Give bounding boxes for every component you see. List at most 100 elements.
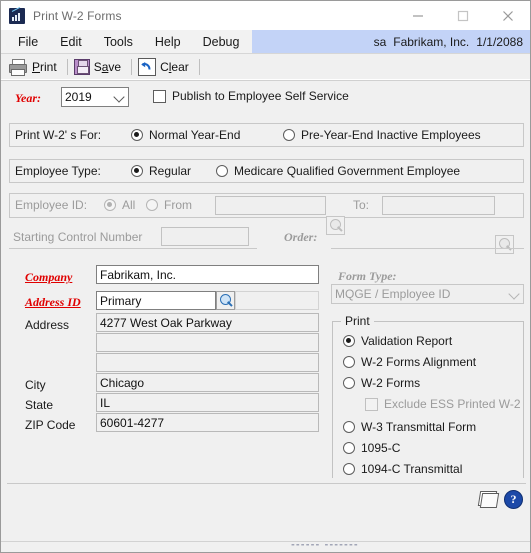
window-controls bbox=[395, 1, 530, 30]
starting-control-number-input[interactable] bbox=[161, 227, 249, 246]
printer-icon bbox=[8, 59, 28, 76]
address-id-lookup-icon[interactable] bbox=[216, 291, 235, 310]
radio-mqge-label: Medicare Qualified Government Employee bbox=[234, 164, 461, 178]
address-id-input[interactable]: Primary bbox=[96, 291, 216, 310]
radio-w2-forms-label: W-2 Forms bbox=[361, 376, 421, 390]
print-option-w2-alignment[interactable]: W-2 Forms Alignment bbox=[343, 355, 476, 369]
employee-id-to-lookup-icon[interactable] bbox=[495, 235, 514, 254]
order-label: Order: bbox=[284, 230, 318, 244]
radio-normal-year-end[interactable] bbox=[131, 129, 143, 141]
employee-id-to-label: To: bbox=[353, 198, 370, 212]
address-line1-input[interactable]: 4277 West Oak Parkway bbox=[96, 313, 319, 332]
radio-1094-c-transmittal-label: 1094-C Transmittal bbox=[361, 462, 463, 476]
publish-ess-checkbox-row[interactable]: Publish to Employee Self Service bbox=[153, 89, 349, 103]
title-bar: Print W-2 Forms bbox=[1, 1, 530, 30]
print-option-validation-report[interactable]: Validation Report bbox=[343, 334, 452, 348]
radio-1095-c[interactable] bbox=[343, 442, 355, 454]
radio-normal-year-end-label: Normal Year-End bbox=[149, 128, 241, 142]
close-icon[interactable] bbox=[485, 1, 530, 30]
publish-ess-checkbox[interactable] bbox=[153, 89, 166, 103]
year-label: Year: bbox=[15, 91, 41, 105]
address-line2-input[interactable] bbox=[96, 333, 319, 352]
print-option-w2-forms[interactable]: W-2 Forms bbox=[343, 376, 420, 390]
company-label: Company bbox=[25, 270, 73, 284]
gp-chart-icon bbox=[9, 6, 25, 24]
address-id-filler bbox=[235, 291, 319, 310]
menu-bar: File Edit Tools Help Debug sa Fabrikam, … bbox=[1, 30, 530, 54]
menu-help[interactable]: Help bbox=[144, 31, 192, 53]
state-label: State bbox=[25, 398, 54, 412]
publish-ess-label: Publish to Employee Self Service bbox=[172, 89, 349, 103]
radio-employee-id-all-label: All bbox=[122, 198, 136, 212]
radio-1094-c-transmittal[interactable] bbox=[343, 463, 355, 475]
employee-type-option-mqge[interactable]: Medicare Qualified Government Employee bbox=[216, 164, 460, 178]
city-label: City bbox=[25, 378, 46, 392]
year-value: 2019 bbox=[65, 90, 92, 104]
exclude-ess-label: Exclude ESS Printed W-2 bbox=[384, 397, 521, 411]
address-id-label: Address ID bbox=[25, 295, 81, 309]
employee-id-from-input[interactable] bbox=[215, 196, 326, 215]
zip-input[interactable]: 60601-4277 bbox=[96, 413, 319, 432]
address-id-row: Address ID Primary bbox=[11, 289, 319, 315]
footer-bar: ? bbox=[1, 478, 530, 544]
radio-regular[interactable] bbox=[131, 165, 143, 177]
address-label: Address bbox=[25, 318, 70, 332]
toolbar-separator-3 bbox=[198, 59, 200, 75]
radio-employee-id-all[interactable] bbox=[104, 199, 116, 211]
radio-employee-id-from[interactable] bbox=[146, 199, 158, 211]
radio-employee-id-from-label: From bbox=[164, 198, 192, 212]
print-for-option-normal[interactable]: Normal Year-End bbox=[131, 128, 240, 142]
employee-type-option-regular[interactable]: Regular bbox=[131, 164, 191, 178]
year-dropdown[interactable]: 2019 bbox=[61, 87, 129, 107]
chevron-down-icon bbox=[113, 91, 125, 103]
clear-button[interactable]: Clear bbox=[136, 56, 195, 78]
menu-file[interactable]: File bbox=[7, 31, 49, 53]
print-for-label: Print W-2' s For: bbox=[15, 128, 102, 142]
floppy-disk-icon bbox=[73, 59, 90, 75]
exclude-ess-row[interactable]: Exclude ESS Printed W-2 bbox=[365, 397, 521, 411]
employee-type-label: Employee Type: bbox=[15, 164, 101, 178]
print-for-option-preyearend[interactable]: Pre-Year-End Inactive Employees bbox=[283, 128, 481, 142]
menu-edit[interactable]: Edit bbox=[49, 31, 93, 53]
radio-w3-transmittal-form[interactable] bbox=[343, 421, 355, 433]
radio-regular-label: Regular bbox=[149, 164, 192, 178]
toolbar-separator-2 bbox=[131, 59, 133, 75]
menu-debug[interactable]: Debug bbox=[192, 31, 251, 53]
print-group-title: Print bbox=[341, 314, 374, 328]
print-option-1094c[interactable]: 1094-C Transmittal bbox=[343, 462, 462, 476]
company-input[interactable]: Fabrikam, Inc. bbox=[96, 265, 319, 284]
radio-w2-forms-alignment[interactable] bbox=[343, 356, 355, 368]
status-band: sa Fabrikam, Inc. 1/1/2088 bbox=[252, 30, 530, 53]
employee-id-to-input[interactable] bbox=[382, 196, 495, 215]
employee-id-from-lookup-icon[interactable] bbox=[326, 216, 345, 235]
radio-pre-year-end-inactive-label: Pre-Year-End Inactive Employees bbox=[301, 128, 481, 142]
toolbar-separator-1 bbox=[66, 59, 68, 75]
clear-button-label: Clear bbox=[160, 60, 189, 74]
print-option-w3-transmittal[interactable]: W-3 Transmittal Form bbox=[343, 420, 476, 434]
radio-pre-year-end-inactive[interactable] bbox=[283, 129, 295, 141]
form-type-label: Form Type: bbox=[338, 269, 397, 283]
minimize-icon[interactable] bbox=[395, 1, 440, 30]
radio-mqge[interactable] bbox=[216, 165, 228, 177]
exclude-ess-checkbox[interactable] bbox=[365, 397, 378, 411]
save-button-label: Save bbox=[93, 60, 122, 74]
help-icon[interactable]: ? bbox=[504, 490, 523, 509]
radio-validation-report[interactable] bbox=[343, 335, 355, 347]
maximize-icon[interactable] bbox=[440, 1, 485, 30]
state-input[interactable]: IL bbox=[96, 393, 319, 412]
radio-1095-c-label: 1095-C bbox=[361, 441, 401, 455]
employee-id-option-all[interactable]: All bbox=[104, 198, 135, 212]
menu-tools[interactable]: Tools bbox=[93, 31, 144, 53]
radio-w2-forms[interactable] bbox=[343, 377, 355, 389]
address-line3-input[interactable] bbox=[96, 353, 319, 372]
print-option-1095c[interactable]: 1095-C bbox=[343, 441, 400, 455]
radio-validation-report-label: Validation Report bbox=[361, 334, 453, 348]
save-button[interactable]: Save bbox=[72, 56, 127, 78]
radio-w3-transmittal-form-label: W-3 Transmittal Form bbox=[361, 420, 477, 434]
undo-arrow-icon bbox=[138, 58, 157, 76]
print-button[interactable]: Print bbox=[6, 56, 63, 78]
city-input[interactable]: Chicago bbox=[96, 373, 319, 392]
employee-id-label: Employee ID: bbox=[15, 198, 88, 212]
employee-id-option-from[interactable]: From bbox=[146, 198, 192, 212]
order-dropdown[interactable]: MQGE / Employee ID bbox=[331, 284, 524, 304]
